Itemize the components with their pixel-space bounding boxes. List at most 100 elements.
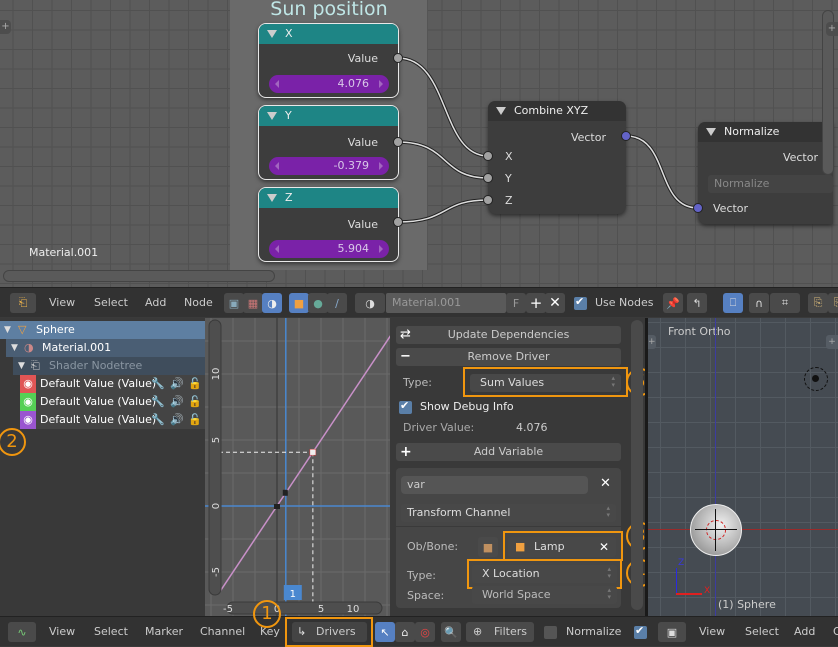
line-style-icon[interactable]: ∕ <box>327 293 347 313</box>
keyframe-marker <box>274 504 280 509</box>
remove-driver-button[interactable]: − Remove Driver <box>396 348 621 366</box>
mute-icon[interactable]: 🔊 <box>170 393 184 411</box>
texture-icon[interactable]: ▦ <box>243 293 263 313</box>
shader-icon[interactable]: ◑ <box>262 293 282 313</box>
mute-icon[interactable]: 🔊 <box>170 375 184 393</box>
node-header[interactable]: Combine XYZ <box>488 101 626 121</box>
graph-canvas[interactable]: 1050-5-5 0 5 101 <box>205 318 390 616</box>
menu-select[interactable]: Select <box>94 296 128 309</box>
lock-icon[interactable]: 🔓 <box>188 375 202 393</box>
operation-dropdown[interactable]: Normalize <box>708 175 833 193</box>
copy-icon[interactable]: ⎘ <box>808 293 828 313</box>
input-socket-y[interactable] <box>483 173 493 183</box>
parent-node-tree-icon[interactable]: ↰ <box>687 293 707 313</box>
horizontal-scrollbar[interactable] <box>3 270 275 282</box>
lock-icon[interactable]: 🔓 <box>188 411 202 429</box>
modifier-icon[interactable]: 🔧 <box>151 411 165 429</box>
channel-nodetree[interactable]: ▼ ⎗ Shader Nodetree <box>13 357 205 375</box>
fake-user-button[interactable]: F <box>506 293 526 313</box>
editor-type-button[interactable]: ▣ <box>658 622 686 642</box>
menu-add[interactable]: Add <box>794 625 815 638</box>
object-icon[interactable]: ■ <box>289 293 309 313</box>
modifier-icon[interactable]: 🔧 <box>151 375 165 393</box>
only-errors-icon[interactable]: ◎ <box>415 622 435 642</box>
menu-select[interactable]: Select <box>94 625 128 638</box>
variable-type-dropdown[interactable]: Transform Channel <box>401 504 616 522</box>
new-material-button[interactable]: + <box>526 293 546 313</box>
space-dropdown[interactable]: World Space <box>472 586 617 604</box>
paste-icon[interactable]: ⎘ <box>828 293 838 313</box>
node-editor[interactable]: + Sun position X Value 4.076 Y Value -0.… <box>0 0 838 287</box>
eye-icon[interactable]: ◉ <box>20 375 36 393</box>
menu-view[interactable]: View <box>49 625 75 638</box>
channel-row[interactable]: ◉ Default Value (Value) 🔧 🔊 🔓 <box>20 393 205 411</box>
filters-label: Filters <box>494 625 527 638</box>
lamp-object[interactable] <box>804 367 828 391</box>
channel-label: Default Value (Value) <box>40 377 157 390</box>
eye-icon[interactable]: ◉ <box>20 393 36 411</box>
show-debug-checkbox[interactable] <box>399 399 412 414</box>
add-variable-button[interactable]: + Add Variable <box>396 443 621 461</box>
menu-object[interactable]: O <box>833 625 838 638</box>
expand-icon[interactable]: ▼ <box>4 321 11 339</box>
normalize-node[interactable]: Normalize Vector Normalize Vector <box>698 122 833 224</box>
toolbar-toggle[interactable]: + <box>648 335 656 349</box>
editor-type-button[interactable]: ⎗ <box>10 293 36 313</box>
expand-icon[interactable]: ▼ <box>11 339 18 357</box>
material-browse-button[interactable]: ◑ <box>355 293 385 313</box>
output-socket[interactable] <box>393 217 403 227</box>
input-socket-z[interactable] <box>483 195 493 205</box>
id-type-icon[interactable]: ■ <box>478 537 498 557</box>
unlink-button[interactable]: ✕ <box>545 293 565 313</box>
filters-button[interactable]: ⊕ Filters <box>466 622 534 642</box>
menu-marker[interactable]: Marker <box>145 625 183 638</box>
input-socket-x[interactable] <box>483 151 493 161</box>
mute-icon[interactable]: 🔊 <box>170 411 184 429</box>
node-header[interactable]: Normalize <box>698 122 833 142</box>
update-dependencies-button[interactable]: ⇄ Update Dependencies <box>396 326 621 344</box>
editor-type-button[interactable]: ∿ <box>8 622 36 642</box>
auto-normalize-checkbox[interactable] <box>634 624 647 639</box>
menu-view[interactable]: View <box>49 296 75 309</box>
output-socket[interactable] <box>393 53 403 63</box>
collapse-icon[interactable] <box>706 128 716 136</box>
add-region-button-right[interactable]: + <box>826 22 838 36</box>
3d-viewport[interactable]: Front Ortho + + Z X (1) Sphere <box>648 318 838 616</box>
variable-name-field[interactable]: var <box>401 476 588 494</box>
search-icon[interactable]: 🔍 <box>441 622 461 642</box>
show-hidden-icon[interactable]: ⌂ <box>395 622 415 642</box>
combine-xyz-node[interactable]: Combine XYZ Vector X Y Z <box>488 101 626 214</box>
world-icon[interactable]: ● <box>308 293 328 313</box>
compositing-icon[interactable]: ▣ <box>224 293 244 313</box>
use-nodes-checkbox[interactable] <box>574 295 587 310</box>
channel-material[interactable]: ▼ ◑ Material.001 <box>6 339 205 357</box>
menu-view[interactable]: View <box>699 625 725 638</box>
driver-graph[interactable]: 10 5 0 -5 -5 0 5 10 1 <box>205 318 390 616</box>
channel-row[interactable]: ◉ Default Value (Value) 🔧 🔊 🔓 <box>20 375 205 393</box>
modifier-icon[interactable]: 🔧 <box>151 393 165 411</box>
menu-add[interactable]: Add <box>145 296 166 309</box>
only-selected-icon[interactable]: ↖ <box>375 622 395 642</box>
snap-element-icon[interactable]: ⌗ <box>770 293 800 313</box>
vector-output-socket[interactable] <box>621 131 631 141</box>
material-name-field[interactable]: Material.001 <box>386 293 506 313</box>
expand-icon[interactable]: ▼ <box>18 357 25 375</box>
snap-icon[interactable]: ∩ <box>749 293 769 313</box>
normalize-checkbox[interactable] <box>544 626 557 639</box>
properties-scrollbar[interactable] <box>631 320 643 610</box>
vector-input-socket[interactable] <box>693 203 703 213</box>
menu-channel[interactable]: Channel <box>200 625 245 638</box>
collapse-icon[interactable] <box>496 107 506 115</box>
remove-variable-icon[interactable]: ✕ <box>600 476 611 491</box>
backdrop-icon[interactable]: ⎕ <box>723 293 743 313</box>
area-divider[interactable] <box>645 318 648 616</box>
menu-node[interactable]: Node <box>184 296 213 309</box>
lock-icon[interactable]: 🔓 <box>188 393 202 411</box>
channel-object-sphere[interactable]: ▼ ▽ Sphere <box>0 321 205 339</box>
eye-icon[interactable]: ◉ <box>20 411 36 429</box>
menu-select[interactable]: Select <box>745 625 779 638</box>
channel-row[interactable]: ◉ Default Value (Value) 🔧 🔊 🔓 <box>20 411 205 429</box>
output-socket[interactable] <box>393 137 403 147</box>
pin-icon[interactable]: 📌 <box>663 293 683 313</box>
properties-toggle[interactable]: + <box>826 335 838 349</box>
